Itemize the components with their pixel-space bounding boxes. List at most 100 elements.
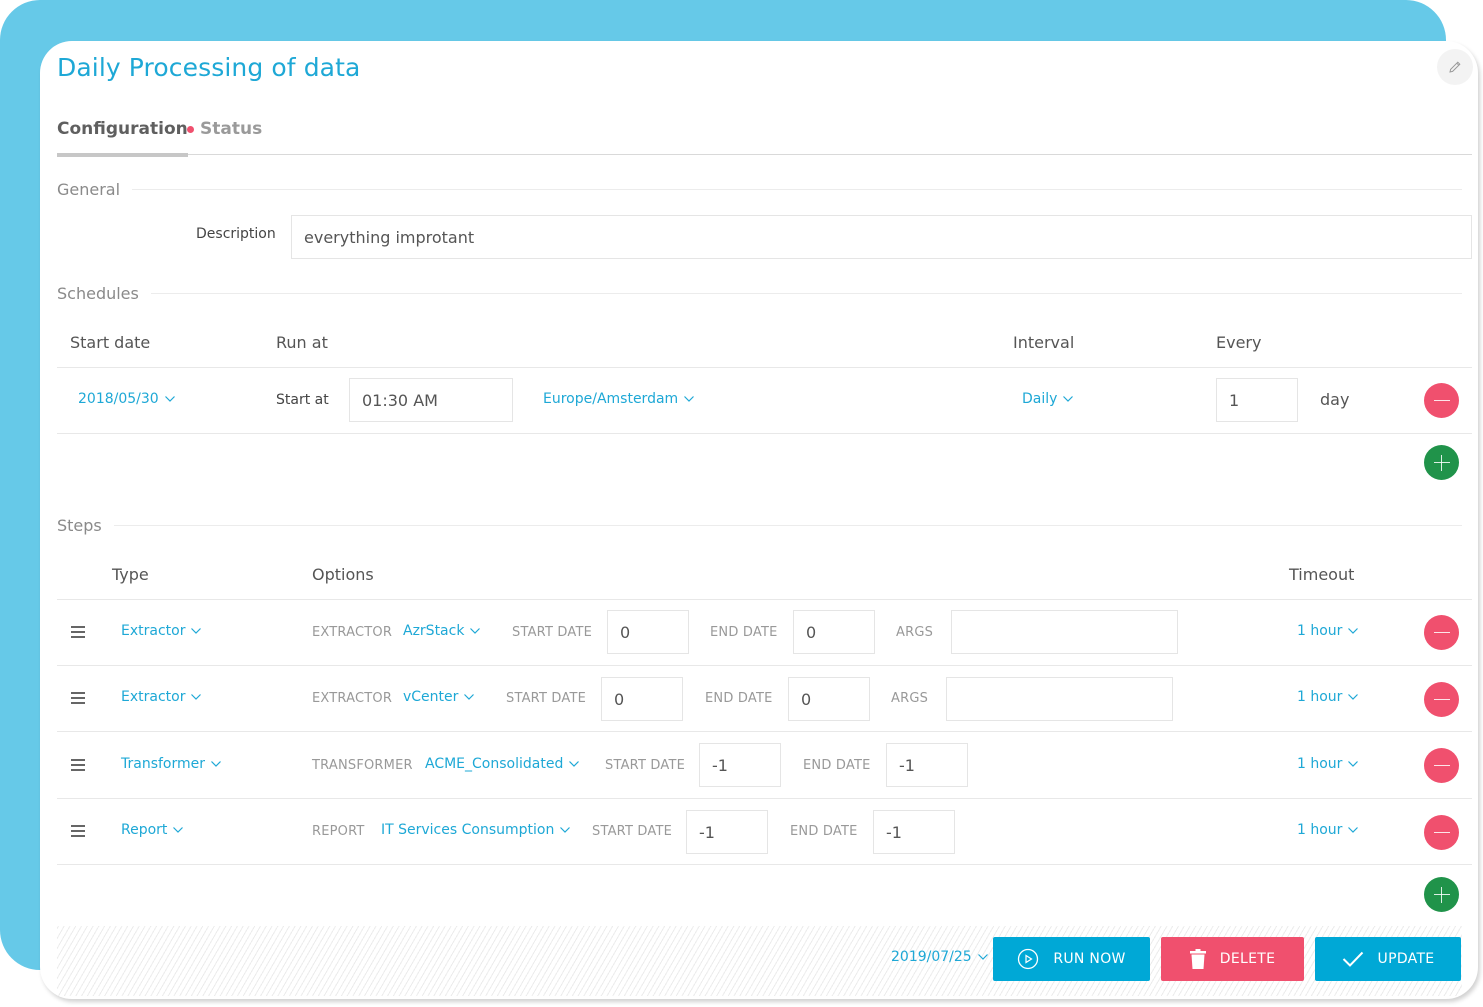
end-date-input[interactable] <box>788 677 870 721</box>
drag-handle-icon[interactable] <box>71 825 85 837</box>
step-type-dropdown[interactable]: Extractor <box>121 689 202 705</box>
chevron-down-icon <box>684 396 695 402</box>
args-input[interactable] <box>946 677 1173 721</box>
header-options: Options <box>312 565 374 584</box>
step-type-dropdown[interactable]: Extractor <box>121 623 202 639</box>
args-label: ARGS <box>896 625 934 640</box>
timeout-dropdown[interactable]: 1 hour <box>1297 756 1359 772</box>
chevron-down-icon <box>1348 761 1359 767</box>
action-footer: 2019/07/25 RUN NOW DELETE UPDATE <box>57 926 1462 996</box>
tab-bar: Configuration Status <box>57 117 1472 157</box>
update-button[interactable]: UPDATE <box>1315 937 1461 981</box>
header-timeout: Timeout <box>1289 565 1355 584</box>
timeout-dropdown[interactable]: 1 hour <box>1297 623 1359 639</box>
header-interval: Interval <box>1013 333 1075 352</box>
chevron-down-icon <box>560 827 571 833</box>
start-date-input[interactable] <box>601 677 683 721</box>
chevron-down-icon <box>569 761 580 767</box>
minus-icon <box>1433 399 1450 402</box>
every-unit-label: day <box>1320 390 1350 409</box>
header-every: Every <box>1216 333 1262 352</box>
job-card: Daily Processing of data Configuration S… <box>40 41 1478 999</box>
minus-icon <box>1433 698 1450 701</box>
time-input[interactable] <box>349 378 513 422</box>
header-run-at: Run at <box>276 333 328 352</box>
start-date-input[interactable] <box>686 810 768 854</box>
interval-dropdown[interactable]: Daily <box>1022 391 1074 407</box>
end-date-label: END DATE <box>803 758 871 773</box>
step-type-dropdown[interactable]: Transformer <box>121 756 221 772</box>
option-value-dropdown[interactable]: ACME_Consolidated <box>425 756 580 772</box>
section-schedules: Schedules <box>57 284 1462 303</box>
header-type: Type <box>112 565 149 584</box>
page-title: Daily Processing of data <box>57 53 361 82</box>
start-date-label: START DATE <box>605 758 686 773</box>
chevron-down-icon <box>211 761 221 767</box>
description-input[interactable] <box>291 215 1472 259</box>
pencil-icon <box>1449 61 1461 73</box>
chevron-down-icon <box>191 694 202 700</box>
timeout-dropdown[interactable]: 1 hour <box>1297 822 1359 838</box>
end-date-label: END DATE <box>705 691 773 706</box>
end-date-input[interactable] <box>873 810 955 854</box>
option-label: TRANSFORMER <box>312 758 413 773</box>
end-date-label: END DATE <box>710 625 778 640</box>
chevron-down-icon <box>1348 694 1359 700</box>
end-date-label: END DATE <box>790 824 858 839</box>
drag-handle-icon[interactable] <box>71 692 85 704</box>
chevron-down-icon <box>164 396 175 402</box>
header-start-date: Start date <box>70 333 151 352</box>
tab-status[interactable]: Status <box>187 119 262 139</box>
args-input[interactable] <box>951 610 1178 654</box>
every-input[interactable] <box>1216 378 1298 422</box>
start-date-label: START DATE <box>592 824 673 839</box>
remove-step-button[interactable] <box>1424 615 1459 650</box>
timezone-dropdown[interactable]: Europe/Amsterdam <box>543 391 695 407</box>
minus-icon <box>1433 631 1450 634</box>
add-schedule-button[interactable] <box>1424 445 1459 480</box>
option-value-dropdown[interactable]: IT Services Consumption <box>381 822 571 838</box>
chevron-down-icon <box>1348 628 1359 634</box>
remove-schedule-button[interactable] <box>1424 383 1459 418</box>
section-steps: Steps <box>57 516 1462 535</box>
option-value-dropdown[interactable]: vCenter <box>403 689 475 705</box>
checkmark-icon <box>1342 951 1363 967</box>
option-label: REPORT <box>312 824 365 839</box>
start-date-input[interactable] <box>699 743 781 787</box>
start-date-input[interactable] <box>607 610 689 654</box>
start-at-label: Start at <box>276 392 329 408</box>
remove-step-button[interactable] <box>1424 682 1459 717</box>
description-label: Description <box>196 226 276 242</box>
remove-step-button[interactable] <box>1424 815 1459 850</box>
end-date-input[interactable] <box>886 743 968 787</box>
chevron-down-icon <box>173 827 184 833</box>
minus-icon <box>1433 764 1450 767</box>
option-label: EXTRACTOR <box>312 691 393 706</box>
chevron-down-icon <box>470 628 481 634</box>
start-date-dropdown[interactable]: 2018/05/30 <box>78 391 175 407</box>
run-now-button[interactable]: RUN NOW <box>993 937 1150 981</box>
drag-handle-icon[interactable] <box>71 626 85 638</box>
run-date-dropdown[interactable]: 2019/07/25 <box>891 949 988 965</box>
add-step-button[interactable] <box>1424 877 1459 912</box>
option-value-dropdown[interactable]: AzrStack <box>403 623 481 639</box>
edit-button[interactable] <box>1437 49 1473 85</box>
play-circle-icon <box>1018 948 1039 970</box>
chevron-down-icon <box>1348 827 1359 833</box>
trash-icon <box>1189 949 1206 969</box>
end-date-input[interactable] <box>793 610 875 654</box>
chevron-down-icon <box>191 628 202 634</box>
remove-step-button[interactable] <box>1424 748 1459 783</box>
minus-icon <box>1433 831 1450 834</box>
tab-configuration[interactable]: Configuration <box>57 119 188 157</box>
status-indicator-dot <box>187 125 194 133</box>
chevron-down-icon <box>977 954 988 960</box>
drag-handle-icon[interactable] <box>71 759 85 771</box>
args-label: ARGS <box>891 691 929 706</box>
delete-button[interactable]: DELETE <box>1161 937 1304 981</box>
start-date-label: START DATE <box>512 625 593 640</box>
step-type-dropdown[interactable]: Report <box>121 822 184 838</box>
section-general: General <box>57 180 1462 199</box>
chevron-down-icon <box>1063 396 1074 402</box>
timeout-dropdown[interactable]: 1 hour <box>1297 689 1359 705</box>
